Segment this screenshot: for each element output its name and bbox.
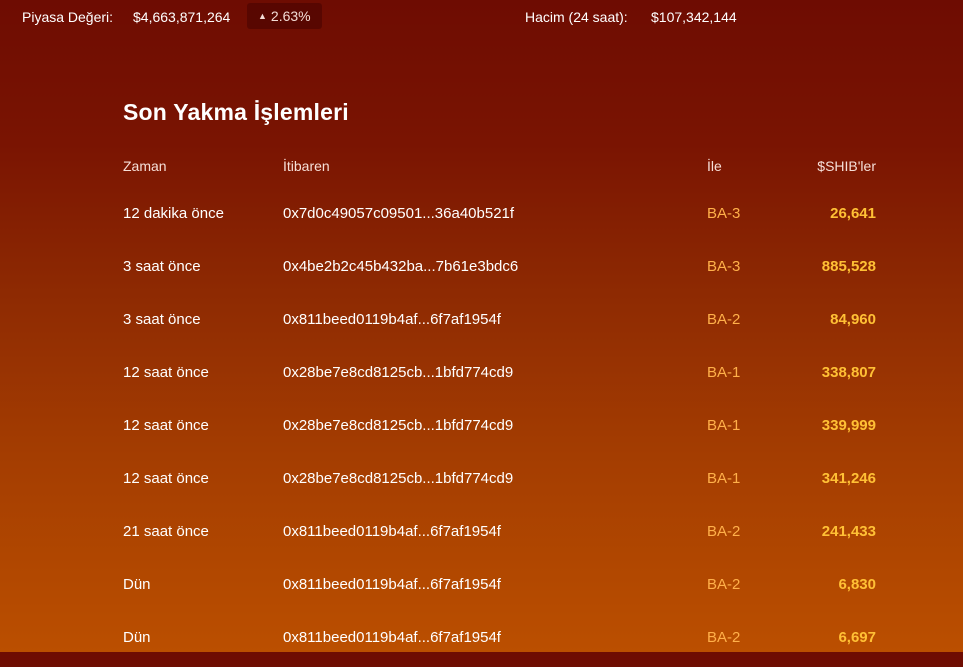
row-from-address[interactable]: 0x28be7e8cd8125cb...1bfd774cd9 [283, 417, 513, 434]
row-time: Dün [123, 576, 151, 593]
volume-value: $107,342,144 [651, 9, 737, 25]
row-to-address[interactable]: BA-1 [707, 470, 740, 487]
row-to-address[interactable]: BA-1 [707, 364, 740, 381]
row-from-address[interactable]: 0x28be7e8cd8125cb...1bfd774cd9 [283, 364, 513, 381]
up-arrow-icon: ▲ [258, 11, 267, 21]
row-to-address[interactable]: BA-2 [707, 576, 740, 593]
row-from-address[interactable]: 0x811beed0119b4af...6f7af1954f [283, 311, 501, 328]
table-row: 12 saat önce 0x28be7e8cd8125cb...1bfd774… [0, 349, 963, 402]
table-row: 12 saat önce 0x28be7e8cd8125cb...1bfd774… [0, 402, 963, 455]
table-row: Dün 0x811beed0119b4af...6f7af1954f BA-2 … [0, 614, 963, 667]
row-to-address[interactable]: BA-3 [707, 205, 740, 222]
column-header-to: İle [707, 158, 722, 174]
price-change-value: 2.63% [270, 8, 311, 24]
row-to-address[interactable]: BA-2 [707, 629, 740, 646]
row-time: 12 saat önce [123, 364, 209, 381]
row-to-address[interactable]: BA-2 [707, 523, 740, 540]
row-amount: 26,641 [830, 205, 876, 222]
row-amount: 885,528 [821, 258, 876, 275]
table-row: 3 saat önce 0x4be2b2c45b432ba...7b61e3bd… [0, 243, 963, 296]
row-from-address[interactable]: 0x7d0c49057c09501...36a40b521f [283, 205, 514, 222]
table-row: Dün 0x811beed0119b4af...6f7af1954f BA-2 … [0, 561, 963, 614]
volume-label: Hacim (24 saat): [525, 9, 628, 25]
row-from-address[interactable]: 0x811beed0119b4af...6f7af1954f [283, 523, 501, 540]
price-change-badge: ▲ 2.63% [247, 3, 322, 29]
row-amount: 338,807 [821, 364, 876, 381]
row-from-address[interactable]: 0x811beed0119b4af...6f7af1954f [283, 576, 501, 593]
table-row: 12 dakika önce 0x7d0c49057c09501...36a40… [0, 190, 963, 243]
row-time: 3 saat önce [123, 311, 201, 328]
row-time: 12 dakika önce [123, 205, 224, 222]
row-amount: 241,433 [821, 523, 876, 540]
row-from-address[interactable]: 0x28be7e8cd8125cb...1bfd774cd9 [283, 470, 513, 487]
row-from-address[interactable]: 0x4be2b2c45b432ba...7b61e3bdc6 [283, 258, 518, 275]
market-cap-value: $4,663,871,264 [133, 9, 231, 25]
row-time: 21 saat önce [123, 523, 209, 540]
column-header-amount: $SHIB'ler [817, 158, 876, 174]
row-amount: 341,246 [821, 470, 876, 487]
table-row: 3 saat önce 0x811beed0119b4af...6f7af195… [0, 296, 963, 349]
column-header-time: Zaman [123, 158, 167, 174]
burns-table-header: Zaman İtibaren İle $SHIB'ler [0, 158, 963, 178]
stats-bar: Piyasa Değeri: $4,663,871,264 ▲ 2.63% Ha… [0, 0, 963, 34]
row-time: 12 saat önce [123, 470, 209, 487]
market-cap-label: Piyasa Değeri: [22, 9, 114, 25]
column-header-from: İtibaren [283, 158, 330, 174]
row-time: 12 saat önce [123, 417, 209, 434]
row-amount: 339,999 [821, 417, 876, 434]
row-to-address[interactable]: BA-1 [707, 417, 740, 434]
burns-section-title: Son Yakma İşlemleri [123, 99, 349, 125]
row-time: 3 saat önce [123, 258, 201, 275]
row-amount: 6,697 [838, 629, 876, 646]
table-row: 21 saat önce 0x811beed0119b4af...6f7af19… [0, 508, 963, 561]
row-to-address[interactable]: BA-3 [707, 258, 740, 275]
row-to-address[interactable]: BA-2 [707, 311, 740, 328]
table-row: 12 saat önce 0x28be7e8cd8125cb...1bfd774… [0, 455, 963, 508]
row-amount: 84,960 [830, 311, 876, 328]
row-from-address[interactable]: 0x811beed0119b4af...6f7af1954f [283, 629, 501, 646]
burns-table-body: 12 dakika önce 0x7d0c49057c09501...36a40… [0, 190, 963, 667]
row-amount: 6,830 [838, 576, 876, 593]
row-time: Dün [123, 629, 151, 646]
